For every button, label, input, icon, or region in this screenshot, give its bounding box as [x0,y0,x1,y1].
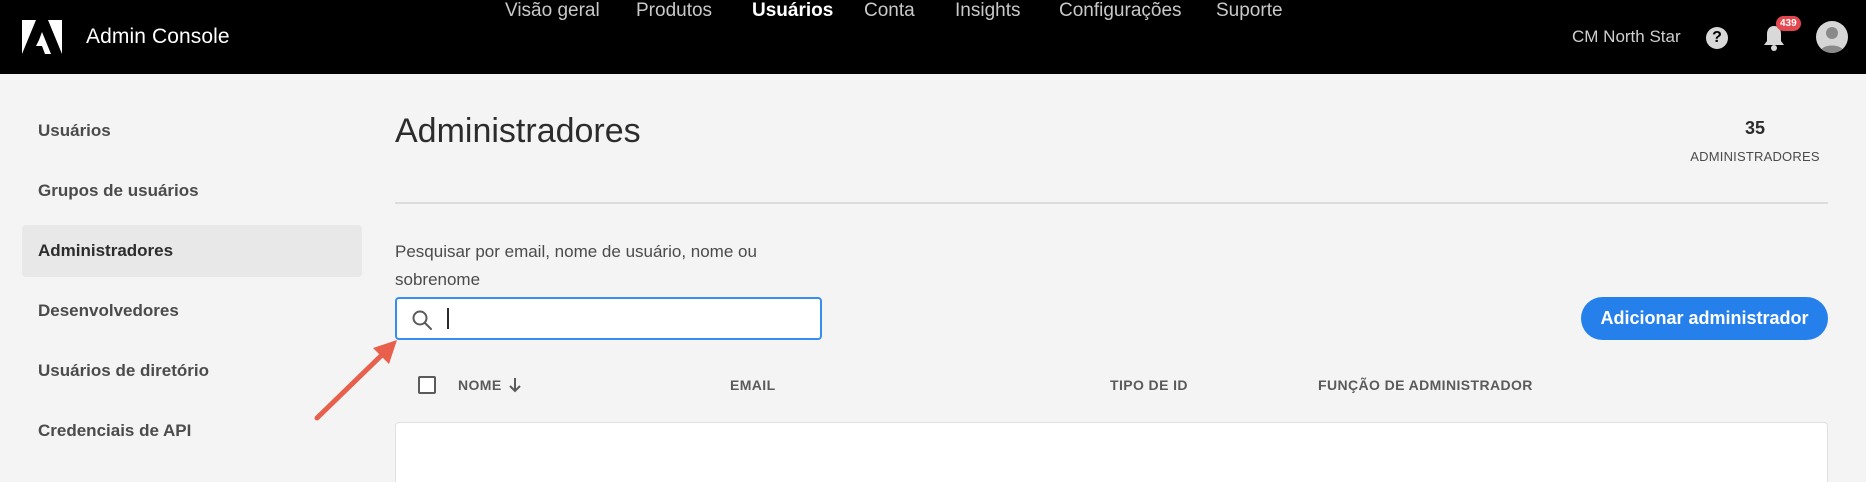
sidebar-item-usuarios[interactable]: Usuários [22,105,362,157]
column-header-email[interactable]: EMAIL [730,377,776,393]
sidebar-item-grupos-de-usuarios[interactable]: Grupos de usuários [22,165,362,217]
search-icon [412,310,432,330]
search-input[interactable] [395,297,822,340]
select-all-checkbox[interactable] [418,376,436,394]
annotation-arrow-icon [314,340,397,421]
admin-count: 35 [1744,118,1766,138]
column-header-funcao[interactable]: FUNÇÃO DE ADMINISTRADOR [1318,377,1533,393]
divider [395,202,1828,204]
top-navigation-bar: Admin Console Visão geral Produtos Usuár… [0,0,1866,74]
column-header-tipo-de-id[interactable]: TIPO DE ID [1110,377,1188,393]
adobe-logo-icon[interactable] [22,20,62,54]
app-title[interactable]: Admin Console [86,25,230,49]
page-title: Administradores [395,112,641,150]
nav-configuracoes[interactable]: Configurações [1059,0,1182,22]
user-icon [1820,27,1844,53]
nav-suporte[interactable]: Suporte [1216,0,1283,22]
table-body [395,422,1828,482]
help-icon[interactable]: ? [1706,27,1728,49]
notification-badge: 439 [1776,16,1801,31]
text-cursor [447,308,449,329]
search-label: Pesquisar por email, nome de usuário, no… [395,242,757,289]
nav-produtos[interactable]: Produtos [636,0,712,22]
column-header-nome[interactable]: NOME [458,377,502,393]
nav-visao-geral[interactable]: Visão geral [505,0,600,22]
sidebar-item-administradores[interactable]: Administradores [22,225,362,277]
admin-count-label: ADMINISTRADORES [1690,149,1820,164]
org-switcher[interactable]: CM North Star [1572,27,1681,47]
nav-usuarios[interactable]: Usuários [752,0,833,22]
add-admin-button[interactable]: Adicionar administrador [1581,297,1828,340]
avatar[interactable] [1816,21,1848,53]
sort-descending-icon[interactable] [507,376,523,394]
nav-conta[interactable]: Conta [864,0,915,22]
nav-insights[interactable]: Insights [955,0,1020,22]
